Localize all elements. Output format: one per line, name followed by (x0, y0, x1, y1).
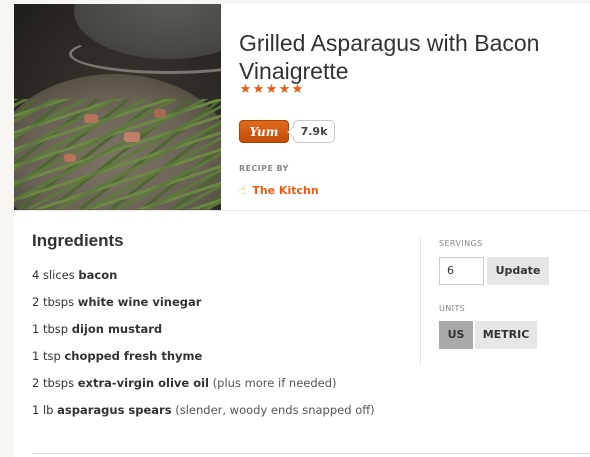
ingredient-name: white wine vinegar (77, 295, 202, 309)
ingredients-heading: Ingredients (32, 231, 124, 250)
bowl-rim (69, 34, 221, 74)
star-icon: ★ (252, 82, 265, 97)
ingredient-item: 1 tsp chopped fresh thyme (32, 349, 375, 376)
ingredient-qty: 2 tbsps (32, 295, 75, 309)
star-icon: ★ (239, 82, 252, 97)
star-icon: ★ (278, 82, 291, 97)
section-divider (14, 210, 590, 211)
star-icon: ★ (291, 82, 304, 97)
bacon-bit (84, 114, 98, 123)
unit-metric-button[interactable]: METRIC (475, 321, 537, 349)
servings-input[interactable]: 6 (439, 257, 484, 285)
ingredient-item: 1 lb asparagus spears (slender, woody en… (32, 403, 375, 430)
ingredient-qty: 2 tbsps (32, 376, 75, 390)
bottom-divider (32, 453, 590, 454)
ingredient-item: 1 tbsp dijon mustard (32, 322, 375, 349)
ingredient-note: (plus more if needed) (212, 376, 337, 390)
ingredient-qty: 1 tbsp (32, 322, 69, 336)
rating-stars: ★★★★★ (239, 82, 304, 97)
ingredient-item: 4 slices bacon (32, 268, 375, 295)
unit-us-button[interactable]: US (439, 321, 473, 349)
recipe-by-label: RECIPE BY (239, 164, 289, 173)
ingredient-name: asparagus spears (57, 403, 172, 417)
asparagus (14, 99, 221, 209)
recipe-title: Grilled Asparagus with Bacon Vinaigrette (239, 30, 540, 84)
star-icon: ★ (265, 82, 278, 97)
ingredient-note: (slender, woody ends snapped off) (175, 403, 375, 417)
ingredient-qty: 4 slices (32, 268, 75, 282)
yum-button[interactable]: Yum (239, 120, 289, 143)
units-label: UNITS (439, 304, 466, 313)
recipe-photo[interactable] (14, 4, 221, 210)
yum-count-badge: 7.9k (293, 120, 335, 143)
ingredient-name: chopped fresh thyme (64, 349, 203, 363)
ingredient-item: 2 tbsps white wine vinegar (32, 295, 375, 322)
bacon-bit (154, 109, 166, 118)
ingredient-qty: 1 lb (32, 403, 54, 417)
ingredient-name: extra-virgin olive oil (77, 376, 209, 390)
pointing-hand-icon: ☝ (239, 183, 247, 197)
servings-label: SERVINGS (439, 239, 483, 248)
column-divider (420, 238, 421, 366)
source-link[interactable]: ☝ The Kitchn (239, 183, 319, 197)
source-name[interactable]: The Kitchn (252, 184, 318, 197)
ingredient-name: bacon (78, 268, 118, 282)
bacon-bit (124, 132, 140, 142)
ingredient-name: dijon mustard (71, 322, 163, 336)
ingredient-item: 2 tbsps extra-virgin olive oil (plus mor… (32, 376, 375, 403)
update-button[interactable]: Update (487, 257, 549, 285)
bacon-bit (64, 154, 76, 162)
ingredient-list: 4 slices bacon 2 tbsps white wine vinega… (32, 268, 375, 430)
ingredient-qty: 1 tsp (32, 349, 61, 363)
